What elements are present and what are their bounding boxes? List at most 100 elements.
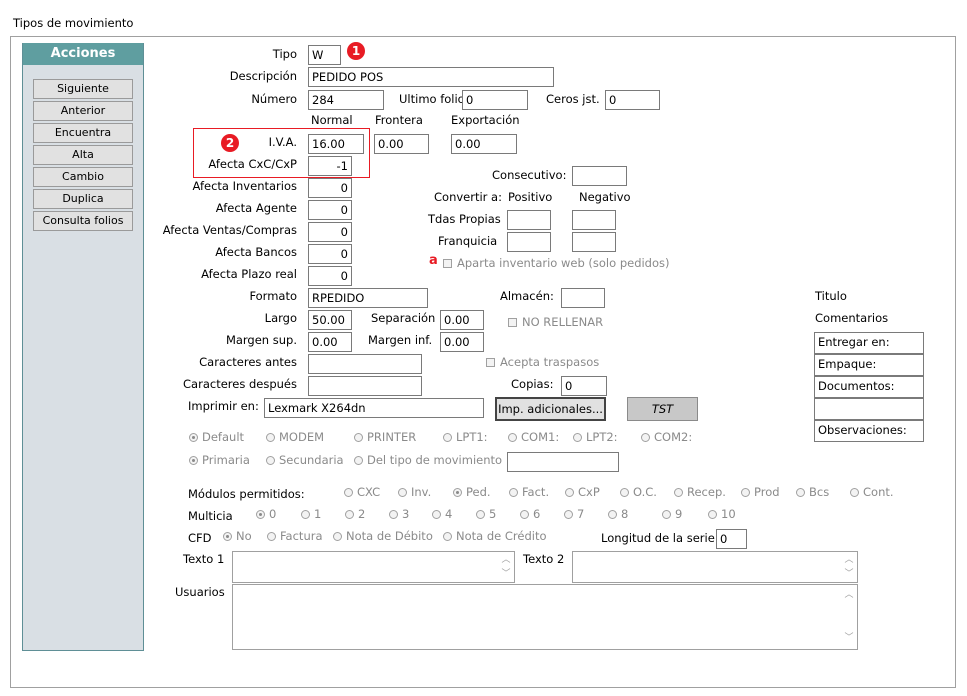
franquicia-positivo-input[interactable] [507, 232, 551, 252]
multicia-3-radio[interactable]: 3 [389, 507, 409, 521]
chevron-up-icon[interactable]: ︿ [498, 552, 514, 565]
bin-primaria-radio[interactable]: Primaria [189, 453, 250, 467]
almacen-input[interactable] [561, 288, 605, 308]
modulo-cxc-radio[interactable]: CXC [344, 485, 380, 499]
empaque-input[interactable]: Empaque: [814, 354, 924, 376]
modulo-prod-radio[interactable]: Prod [741, 485, 780, 499]
port-lpt1-radio[interactable]: LPT1: [443, 430, 488, 444]
longitud-serie-input[interactable]: 0 [716, 529, 747, 549]
afecta-inventarios-input[interactable]: 0 [308, 178, 352, 198]
iva-frontera-input[interactable]: 0.00 [374, 134, 429, 154]
afecta-inventarios-label: Afecta Inventarios [192, 179, 297, 193]
bin-tipo-mov-radio[interactable]: Del tipo de movimiento [354, 453, 502, 467]
bin-secundaria-radio[interactable]: Secundaria [266, 453, 344, 467]
multicia-7-radio[interactable]: 7 [564, 507, 584, 521]
modulo-fact-radio[interactable]: Fact. [509, 485, 549, 499]
multicia-5-radio[interactable]: 5 [476, 507, 496, 521]
texto1-scrollbar[interactable]: ︿ ﹀ [498, 552, 514, 582]
port-lpt2-radio[interactable]: LPT2: [573, 430, 618, 444]
aparta-checkbox[interactable]: Aparta inventario web (solo pedidos) [443, 256, 670, 270]
afecta-plazo-input[interactable]: 0 [308, 266, 352, 286]
multicia-0-radio[interactable]: 0 [256, 507, 276, 521]
tipo-movimiento-input[interactable] [507, 452, 619, 472]
port-com2-radio[interactable]: COM2: [641, 430, 692, 444]
cfd-no-radio[interactable]: No [223, 529, 252, 543]
chevron-down-icon[interactable]: ﹀ [498, 566, 514, 579]
usuarios-scrollbar[interactable]: ︿ ﹀ [841, 585, 857, 649]
port-com1-radio[interactable]: COM1: [508, 430, 559, 444]
franquicia-negativo-input[interactable] [572, 232, 616, 252]
chevron-up-icon[interactable]: ︿ [841, 552, 857, 565]
formato-input[interactable]: RPEDIDO [308, 288, 428, 308]
largo-input[interactable]: 50.00 [308, 310, 352, 330]
alta-button[interactable]: Alta [33, 145, 133, 165]
blank-comment-input[interactable] [814, 398, 924, 420]
multicia-2-radio[interactable]: 2 [345, 507, 365, 521]
multicia-9-radio[interactable]: 9 [662, 507, 682, 521]
cfd-nota-credito-radio[interactable]: Nota de Crédito [443, 529, 547, 543]
caracteres-antes-input[interactable] [308, 354, 422, 374]
margen-inf-input[interactable]: 0.00 [440, 332, 484, 352]
port-printer-radio[interactable]: PRINTER [354, 430, 416, 444]
usuarios-textarea[interactable]: ︿ ﹀ [232, 584, 858, 650]
formato-label: Formato [249, 289, 297, 303]
tst-button[interactable]: TST [627, 397, 698, 421]
texto2-textarea[interactable]: ︿ ﹀ [572, 551, 858, 583]
caracteres-despues-input[interactable] [308, 376, 422, 396]
observaciones-input[interactable]: Observaciones: [814, 420, 924, 442]
multicia-6-radio[interactable]: 6 [520, 507, 540, 521]
multicia-8-radio[interactable]: 8 [608, 507, 628, 521]
multicia-10-radio[interactable]: 10 [708, 507, 736, 521]
siguiente-button[interactable]: Siguiente [33, 79, 133, 99]
chevron-up-icon[interactable]: ︿ [841, 587, 857, 600]
multicia-1-label: 1 [314, 507, 322, 521]
modulo-bcs-radio[interactable]: Bcs [796, 485, 829, 499]
ultimo-folio-input[interactable]: 0 [462, 90, 528, 110]
port-modem-radio[interactable]: MODEM [266, 430, 324, 444]
texto1-textarea[interactable]: ︿ ﹀ [232, 551, 515, 583]
no-rellenar-checkbox[interactable]: NO RELLENAR [508, 315, 603, 329]
iva-normal-input[interactable]: 16.00 [308, 134, 364, 154]
consecutivo-input[interactable] [572, 166, 627, 186]
chevron-down-icon[interactable]: ﹀ [841, 566, 857, 579]
cambio-button[interactable]: Cambio [33, 167, 133, 187]
copias-input[interactable]: 0 [561, 376, 607, 396]
modulo-cont-radio[interactable]: Cont. [850, 485, 894, 499]
separacion-input[interactable]: 0.00 [440, 310, 484, 330]
documentos-input[interactable]: Documentos: [814, 376, 924, 398]
anterior-button[interactable]: Anterior [33, 101, 133, 121]
modulo-cxp-radio[interactable]: CxP [565, 485, 600, 499]
entregar-en-input[interactable]: Entregar en: [814, 332, 924, 354]
imprimir-en-input[interactable]: Lexmark X264dn [264, 398, 484, 418]
modulo-recep-radio[interactable]: Recep. [674, 485, 726, 499]
multicia-4-radio[interactable]: 4 [432, 507, 452, 521]
afecta-bancos-input[interactable]: 0 [308, 244, 352, 264]
port-com1-label: COM1: [521, 430, 560, 444]
port-default-radio[interactable]: Default [189, 430, 244, 444]
afecta-agente-input[interactable]: 0 [308, 200, 352, 220]
duplica-button[interactable]: Duplica [33, 189, 133, 209]
chevron-down-icon[interactable]: ﹀ [841, 630, 857, 643]
modulo-inv-radio[interactable]: Inv. [398, 485, 431, 499]
ceros-jst-input[interactable]: 0 [605, 90, 660, 110]
descripcion-input[interactable]: PEDIDO POS [308, 67, 554, 87]
consulta-folios-button[interactable]: Consulta folios [33, 211, 133, 231]
afecta-ventas-input[interactable]: 0 [308, 222, 352, 242]
modulo-ped-radio[interactable]: Ped. [453, 485, 491, 499]
tdas-propias-negativo-input[interactable] [572, 210, 616, 230]
cfd-factura-radio[interactable]: Factura [267, 529, 323, 543]
numero-input[interactable]: 284 [308, 90, 384, 110]
afecta-cxc-input[interactable]: -1 [308, 156, 352, 176]
cfd-nota-debito-radio[interactable]: Nota de Débito [333, 529, 433, 543]
acepta-traspasos-checkbox[interactable]: Acepta traspasos [486, 355, 599, 369]
iva-exportacion-input[interactable]: 0.00 [451, 134, 517, 154]
encuentra-button[interactable]: Encuentra [33, 123, 133, 143]
margen-sup-input[interactable]: 0.00 [308, 332, 352, 352]
tipo-input[interactable]: W [308, 45, 341, 65]
imp-adicionales-button[interactable]: Imp. adicionales... [495, 397, 606, 421]
modulo-oc-radio[interactable]: O.C. [620, 485, 657, 499]
multicia-6-label: 6 [533, 507, 541, 521]
texto2-scrollbar[interactable]: ︿ ﹀ [841, 552, 857, 582]
tdas-propias-positivo-input[interactable] [507, 210, 551, 230]
multicia-1-radio[interactable]: 1 [301, 507, 321, 521]
